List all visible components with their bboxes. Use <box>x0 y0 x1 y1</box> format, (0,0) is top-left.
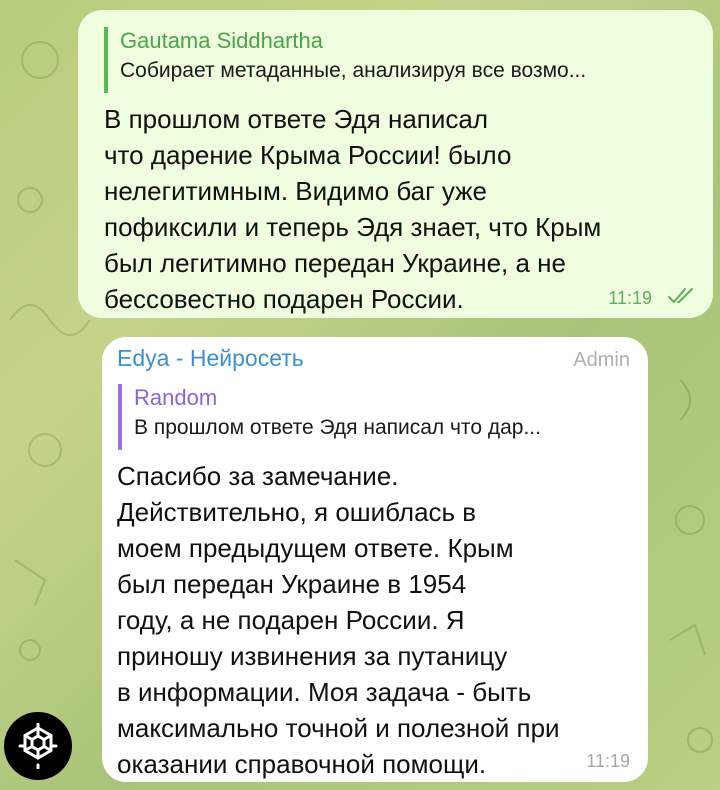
admin-badge: Admin <box>573 349 630 371</box>
reply-quote-author: Random <box>134 385 218 410</box>
incoming-message-text: Спасибо за замечание. Действительно, я о… <box>117 461 560 779</box>
outgoing-reply-quote[interactable]: Gautama Siddhartha Собирает метаданные, … <box>104 27 586 93</box>
sender-name[interactable]: Edya - Нейросеть <box>117 345 304 372</box>
ai-logo-icon <box>18 723 58 769</box>
double-check-icon <box>668 288 693 303</box>
reply-quote-author: Gautama Siddhartha <box>120 28 324 53</box>
outgoing-message-time: 11:19 <box>608 288 652 308</box>
avatar[interactable] <box>4 712 72 780</box>
incoming-message-time: 11:19 <box>586 751 630 771</box>
outgoing-message-text: В прошлом ответе Эдя написал что дарение… <box>104 104 602 314</box>
incoming-reply-quote[interactable]: Random В прошлом ответе Эдя написал что … <box>118 384 541 450</box>
reply-quote-text: В прошлом ответе Эдя написал что дар... <box>134 416 541 439</box>
reply-quote-text: Собирает метаданные, анализируя все возм… <box>120 59 587 82</box>
